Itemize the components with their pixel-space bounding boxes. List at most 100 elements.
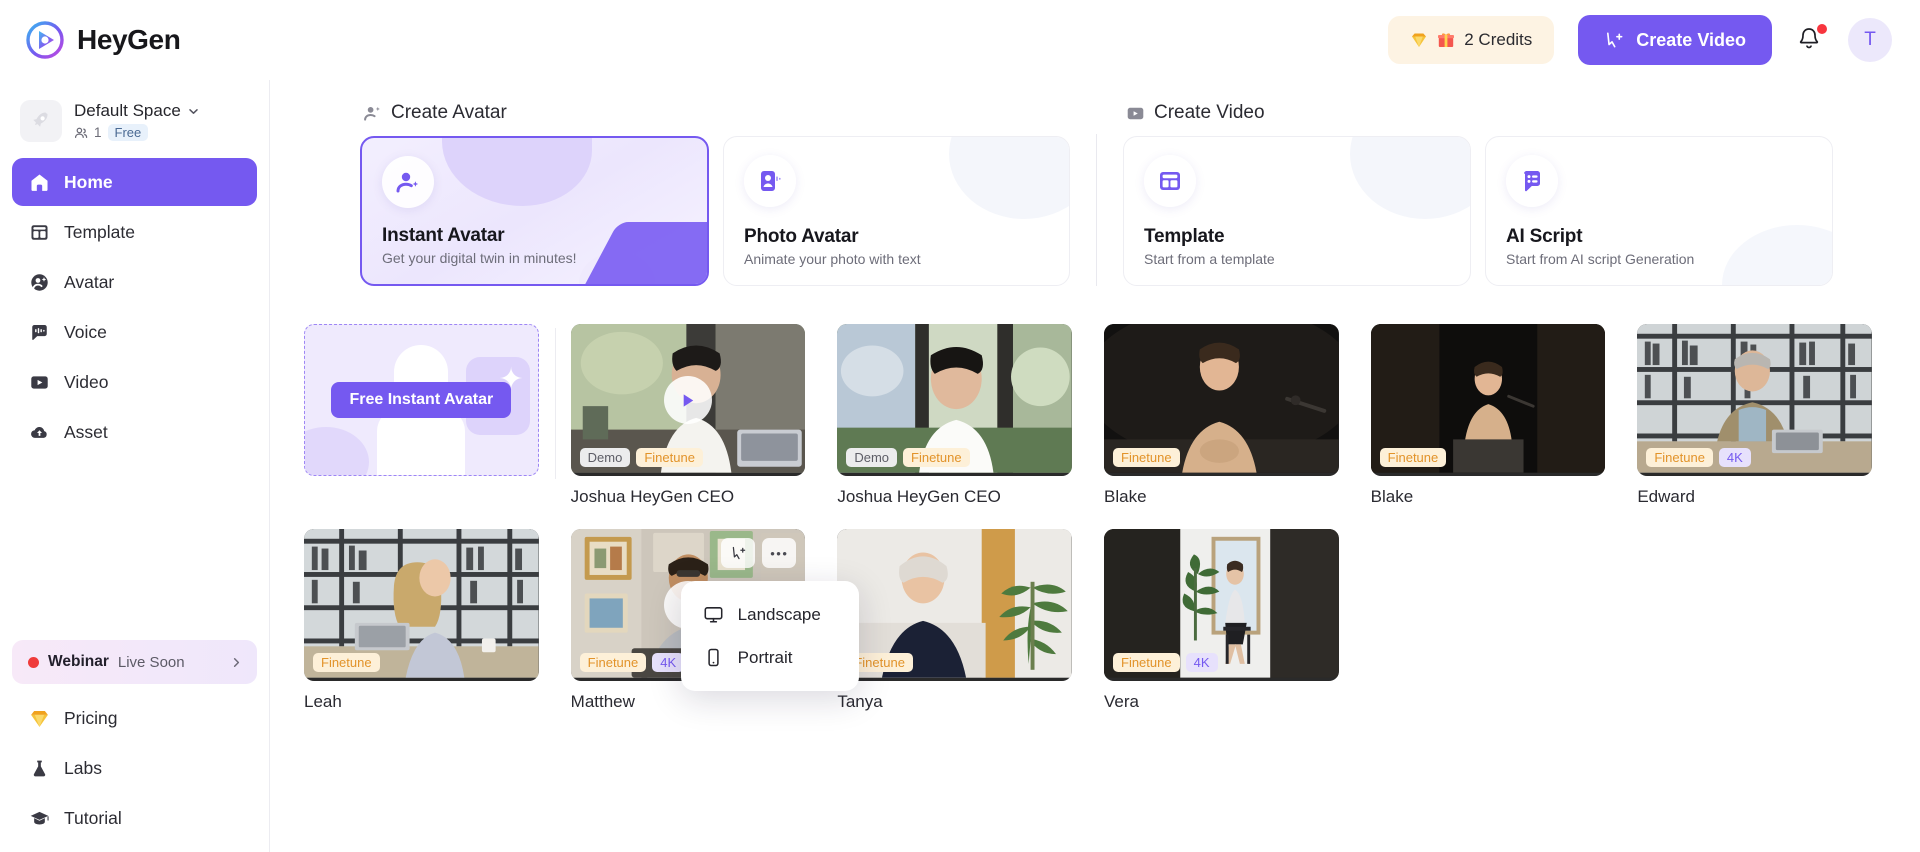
sidebar-item-voice[interactable]: Voice: [12, 308, 257, 356]
space-info: Default Space 1 Free: [74, 101, 200, 141]
menu-item-label: Landscape: [738, 605, 821, 625]
ai-script-card[interactable]: AI Script Start from AI script Generatio…: [1485, 136, 1833, 286]
avatar-badges: Finetune: [313, 653, 380, 672]
new-avatar-tile[interactable]: ✦ Free Instant Avatar: [304, 324, 539, 507]
avatar-thumbnail[interactable]: Finetune: [837, 529, 1072, 681]
instant-avatar-text: Instant Avatar Get your digital twin in …: [382, 225, 687, 266]
avatar-tile[interactable]: Demo Finetune Joshua HeyGen CEO: [837, 324, 1072, 507]
create-video-cards: Template Start from a template: [1123, 136, 1833, 286]
badge-finetune: Finetune: [313, 653, 380, 672]
avatar-thumbnail[interactable]: Finetune: [304, 529, 539, 681]
credits-label: 2 Credits: [1464, 30, 1532, 50]
sidebar-nav: Home Template Avatar: [12, 158, 257, 456]
avatar-name: Leah: [304, 692, 539, 712]
space-selector[interactable]: Default Space 1 Free: [12, 94, 257, 156]
brand-logo-area[interactable]: HeyGen: [26, 21, 180, 59]
gem-icon: [28, 707, 50, 729]
credits-badge[interactable]: 2 Credits: [1388, 16, 1554, 64]
notifications-button[interactable]: [1796, 25, 1824, 55]
menu-item-landscape[interactable]: Landscape: [689, 593, 851, 636]
sidebar-item-asset[interactable]: Asset: [12, 408, 257, 456]
sidebar-item-home[interactable]: Home: [12, 158, 257, 206]
create-video-heading: Create Video: [1123, 102, 1833, 124]
ellipsis-icon: •••: [770, 547, 788, 560]
webinar-banner[interactable]: Webinar Live Soon: [12, 640, 257, 684]
avatar-tile[interactable]: Finetune Blake: [1371, 324, 1606, 507]
free-instant-avatar-tile[interactable]: ✦ Free Instant Avatar: [304, 324, 539, 476]
photo-avatar-card[interactable]: Photo Avatar Animate your photo with tex…: [723, 136, 1070, 286]
badge-finetune: Finetune: [580, 653, 647, 672]
play-icon: [678, 391, 697, 410]
menu-item-portrait[interactable]: Portrait: [689, 636, 851, 679]
avatar-thumbnail[interactable]: Finetune 4K: [1104, 529, 1339, 681]
badge-demo: Demo: [846, 448, 897, 467]
template-card-icon: [1144, 155, 1196, 207]
card-title: Photo Avatar: [744, 226, 1049, 248]
people-icon: [74, 126, 88, 140]
space-meta: 1 Free: [74, 124, 200, 141]
avatar-thumbnail[interactable]: Finetune: [1371, 324, 1606, 476]
sidebar-item-label: Template: [64, 222, 135, 243]
avatar-badges: Finetune: [1113, 448, 1180, 467]
avatar-name: Joshua HeyGen CEO: [571, 487, 806, 507]
avatar-name: Blake: [1104, 487, 1339, 507]
avatar-grid-wrapper: ✦ Free Instant Avatar: [270, 324, 1920, 712]
chevron-down-icon: [187, 105, 200, 118]
avatar-thumbnail[interactable]: Finetune: [1104, 324, 1339, 476]
avatar-tile[interactable]: Demo Finetune Joshua HeyGen CEO: [571, 324, 806, 507]
silhouette-icon: [377, 409, 465, 475]
sidebar-item-video[interactable]: Video: [12, 358, 257, 406]
ai-script-icon: [1506, 155, 1558, 207]
cursor-select-button[interactable]: [721, 538, 755, 568]
card-decor-blob: [442, 136, 592, 206]
monitor-icon: [703, 604, 724, 625]
template-card-text: Template Start from a template: [1144, 226, 1450, 267]
photo-avatar-icon: [744, 155, 796, 207]
sidebar-item-pricing[interactable]: Pricing: [12, 694, 257, 742]
avatar-thumbnail[interactable]: Demo Finetune: [837, 324, 1072, 476]
card-title: AI Script: [1506, 226, 1812, 248]
sidebar-item-template[interactable]: Template: [12, 208, 257, 256]
card-title: Template: [1144, 226, 1450, 248]
sidebar-item-labs[interactable]: Labs: [12, 744, 257, 792]
avatar-tile[interactable]: Finetune Tanya: [837, 529, 1072, 712]
phone-icon: [703, 647, 724, 668]
menu-item-label: Portrait: [738, 648, 793, 668]
sidebar-item-avatar[interactable]: Avatar: [12, 258, 257, 306]
create-video-button[interactable]: Create Video: [1578, 15, 1772, 65]
badge-finetune: Finetune: [903, 448, 970, 467]
user-avatar[interactable]: T: [1848, 18, 1892, 62]
avatar-badges: Demo Finetune: [846, 448, 969, 467]
live-dot-icon: [28, 657, 39, 668]
badge-finetune: Finetune: [1113, 653, 1180, 672]
avatar-tile[interactable]: Finetune Leah: [304, 529, 539, 712]
space-plan-badge: Free: [108, 124, 149, 141]
template-card[interactable]: Template Start from a template: [1123, 136, 1471, 286]
avatar-tile[interactable]: Finetune 4K Vera: [1104, 529, 1339, 712]
avatar-tile[interactable]: Finetune 4K Edward: [1637, 324, 1872, 507]
badge-demo: Demo: [580, 448, 631, 467]
heygen-logo-icon: [26, 21, 64, 59]
section-heading-label: Create Video: [1154, 102, 1265, 124]
avatar-icon: [28, 271, 50, 293]
grid-divider: [555, 328, 556, 479]
graduation-cap-icon: [28, 807, 50, 829]
sidebar-item-label: Asset: [64, 422, 108, 443]
avatar-tile[interactable]: ••• Finetune 4K Matthew: [571, 529, 806, 712]
user-avatar-initial: T: [1864, 29, 1876, 51]
badge-finetune: Finetune: [636, 448, 703, 467]
create-avatar-section: Create Avatar Insta: [360, 102, 1070, 286]
avatar-thumbnail[interactable]: Finetune 4K: [1637, 324, 1872, 476]
badge-4k: 4K: [1719, 448, 1751, 467]
asset-cloud-icon: [28, 421, 50, 443]
notification-badge-dot: [1817, 24, 1827, 34]
template-icon: [28, 221, 50, 243]
instant-avatar-icon: [382, 156, 434, 208]
play-button[interactable]: [664, 376, 712, 424]
avatar-tile[interactable]: Finetune Blake: [1104, 324, 1339, 507]
instant-avatar-card[interactable]: Instant Avatar Get your digital twin in …: [360, 136, 709, 286]
card-decor-blob: [949, 136, 1070, 219]
more-options-button[interactable]: •••: [762, 538, 796, 568]
sidebar-item-tutorial[interactable]: Tutorial: [12, 794, 257, 842]
avatar-thumbnail[interactable]: Demo Finetune: [571, 324, 806, 476]
